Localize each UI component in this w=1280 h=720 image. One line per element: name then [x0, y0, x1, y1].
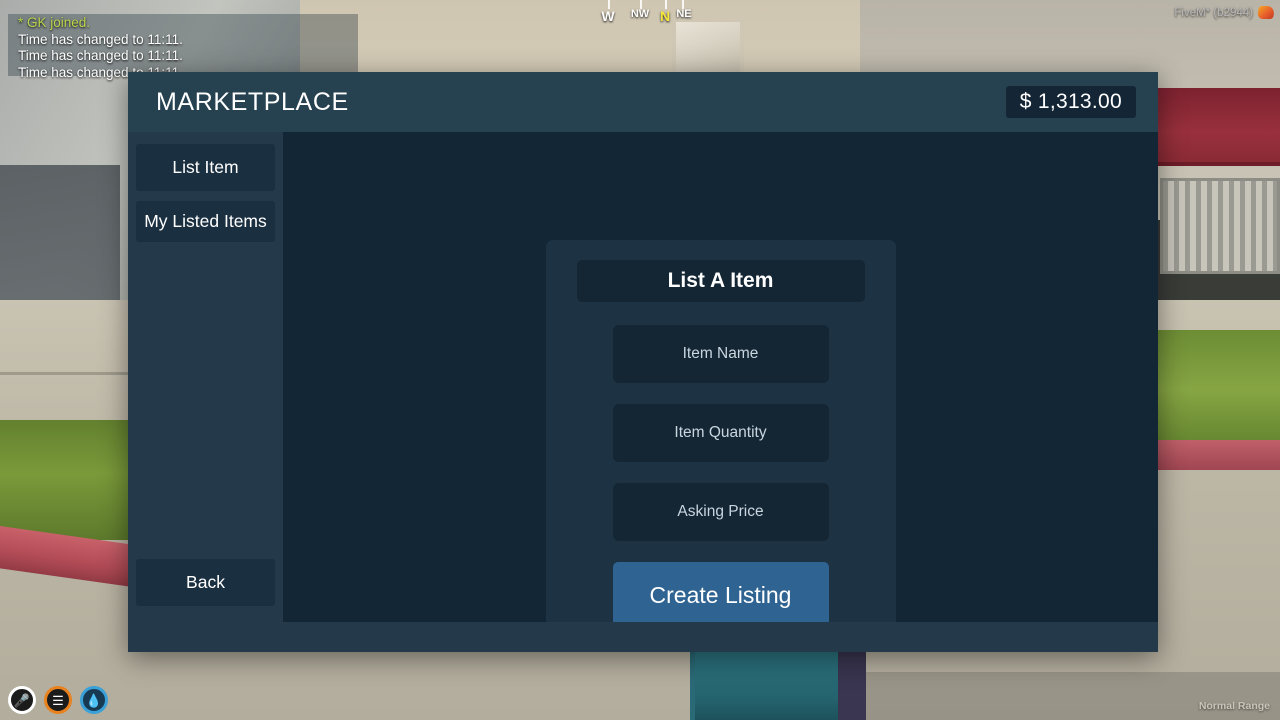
- compass-label-nw: NW: [630, 8, 650, 20]
- sidebar-item-list-item[interactable]: List Item: [136, 144, 275, 191]
- dumpster: [690, 648, 850, 720]
- marketplace-content: List A Item Create Listing: [283, 132, 1158, 650]
- fivem-flame-logo-icon: [1257, 6, 1275, 19]
- ground-shadow: [860, 672, 1280, 720]
- marketplace-header: MARKETPLACE $ 1,313.00: [128, 72, 1158, 132]
- voice-range-label: Normal Range: [1198, 700, 1270, 712]
- list-item-card: List A Item Create Listing: [545, 240, 896, 650]
- chat-line: Time has changed to 11:11.: [18, 48, 183, 63]
- sidebar-item-my-listed-items[interactable]: My Listed Items: [136, 201, 275, 242]
- red-curb-right: [1150, 440, 1280, 470]
- red-awning: [1155, 88, 1280, 166]
- grass-patch-right: [1155, 330, 1280, 450]
- dumpster-side: [838, 648, 866, 720]
- sidebar-nav: List Item My Listed Items Back: [128, 132, 283, 622]
- grass-patch-left: [0, 420, 135, 540]
- fivem-version-label: FiveM* (b2944): [1174, 6, 1253, 19]
- chat-line: Time has changed to 11:11.: [18, 31, 183, 47]
- microphone-glyph: 🎤: [13, 692, 31, 708]
- marketplace-body: List Item My Listed Items Back List A It…: [128, 132, 1158, 650]
- item-quantity-input[interactable]: [612, 404, 829, 462]
- screen: W NW N NE * GK joined. Time has changed …: [0, 0, 1280, 720]
- compass-label-ne: NE: [676, 8, 692, 20]
- microphone-status-icon: 🎤: [8, 686, 36, 714]
- status-hud: 🎤 ☰ 💧: [8, 686, 108, 714]
- chat-feed: * GK joined. Time has changed to 11:11. …: [8, 14, 358, 80]
- back-button[interactable]: Back: [136, 559, 275, 606]
- compass: W NW N NE: [560, 0, 730, 30]
- compass-label-n: N: [659, 8, 671, 24]
- burger-glyph: ☰: [52, 692, 64, 708]
- fivem-client-badge: FiveM* (b2944): [1174, 6, 1275, 19]
- metal-fence: [1160, 178, 1280, 274]
- card-title: List A Item: [576, 260, 865, 302]
- compass-label-w: W: [601, 8, 615, 24]
- create-listing-button[interactable]: Create Listing: [612, 562, 829, 628]
- droplet-glyph: 💧: [85, 692, 103, 708]
- asking-price-input[interactable]: [612, 483, 829, 541]
- marketplace-panel: MARKETPLACE $ 1,313.00 List Item My List…: [128, 72, 1158, 652]
- item-name-input[interactable]: [612, 325, 829, 383]
- page-title: MARKETPLACE: [156, 87, 349, 116]
- chat-line-join: * GK joined.: [18, 15, 91, 30]
- marketplace-footer: [128, 622, 1158, 652]
- food-status-icon: ☰: [44, 686, 72, 714]
- money-balance: $ 1,313.00: [1005, 86, 1136, 118]
- water-status-icon: 💧: [80, 686, 108, 714]
